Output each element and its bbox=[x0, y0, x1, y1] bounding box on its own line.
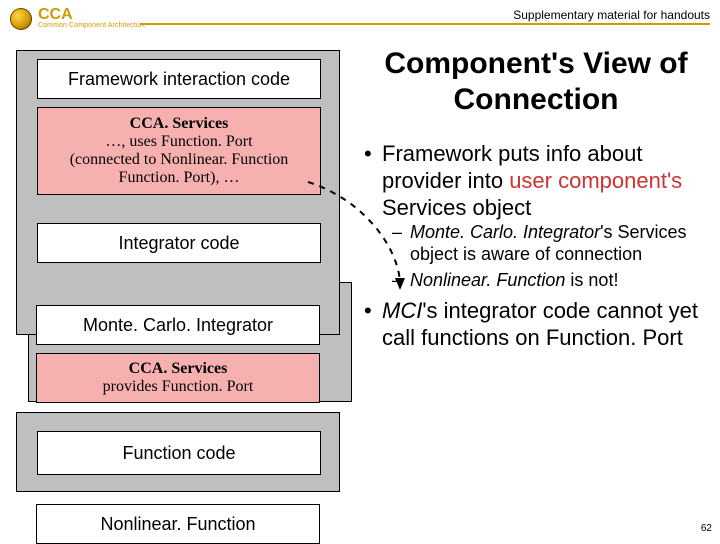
services2-title: CCA. Services bbox=[103, 360, 254, 378]
function-box: Function code bbox=[37, 431, 321, 475]
mci-box: Monte. Carlo. Integrator bbox=[36, 305, 320, 345]
logo-icon bbox=[10, 8, 32, 30]
sub-bullet-1: Monte. Carlo. Integrator's Services obje… bbox=[382, 221, 710, 265]
bullet-1b: Services object bbox=[382, 195, 531, 220]
slide-title: Component's View of Connection bbox=[362, 46, 710, 118]
bullet-2b: 's integrator code cannot yet call funct… bbox=[382, 298, 698, 350]
bullet-2: MCI's integrator code cannot yet call fu… bbox=[362, 297, 710, 351]
outer-stack-box: Framework interaction code CCA. Services… bbox=[16, 50, 340, 335]
slide: CCA Common Component Architecture Supple… bbox=[0, 0, 720, 540]
diagram: Framework interaction code CCA. Services… bbox=[16, 50, 346, 530]
services1-l2: …, uses Function. Port bbox=[70, 133, 289, 151]
supplementary-label: Supplementary material for handouts bbox=[513, 8, 710, 22]
page-number: 62 bbox=[701, 523, 712, 534]
brand-sub: Common Component Architecture bbox=[38, 22, 146, 30]
sub2-a: Nonlinear. Function bbox=[410, 270, 565, 290]
sub2-b: is not! bbox=[565, 270, 618, 290]
services1-l3: (connected to Nonlinear. Function bbox=[70, 151, 289, 169]
right-column: Component's View of Connection Framework… bbox=[362, 46, 710, 357]
brand-text: CCA bbox=[38, 8, 146, 22]
framework-box: Framework interaction code bbox=[37, 59, 321, 99]
integrator-box: Integrator code bbox=[37, 223, 321, 263]
services1-title: CCA. Services bbox=[70, 115, 289, 133]
header-rule bbox=[140, 23, 710, 25]
header: CCA Common Component Architecture Supple… bbox=[10, 8, 710, 30]
services2-l2: provides Function. Port bbox=[103, 378, 254, 396]
bullet-1-user: user component's bbox=[509, 168, 682, 193]
sub1-a: Monte. Carlo. Integrator bbox=[410, 222, 600, 242]
services1-l4: Function. Port), … bbox=[70, 169, 289, 187]
sub-bullet-2: Nonlinear. Function is not! bbox=[382, 269, 710, 291]
bullet-list: Framework puts info about provider into … bbox=[362, 140, 710, 351]
bullet-1: Framework puts info about provider into … bbox=[362, 140, 710, 291]
services-user-box: CCA. Services …, uses Function. Port (co… bbox=[37, 107, 321, 195]
sub-bullet-list: Monte. Carlo. Integrator's Services obje… bbox=[382, 221, 710, 291]
nonlinear-box: Nonlinear. Function bbox=[36, 504, 320, 544]
brand: CCA Common Component Architecture bbox=[38, 8, 146, 30]
bullet-2a: MCI bbox=[382, 298, 422, 323]
function-outer-box: Function code bbox=[16, 412, 340, 492]
services-provider-box: CCA. Services provides Function. Port bbox=[36, 353, 320, 403]
